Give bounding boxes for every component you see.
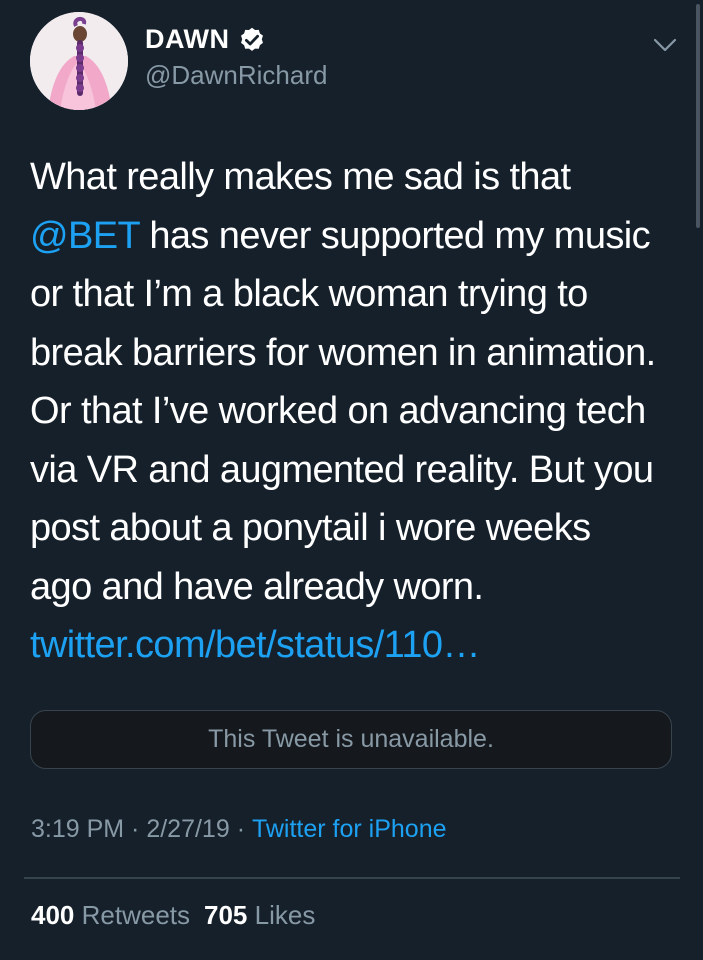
quoted-tweet-card[interactable]: This Tweet is unavailable. [30,710,672,769]
tweet-time: 3:19 PM [31,815,125,843]
tweet-text-line: or that I’m a black woman trying to [30,265,685,324]
quoted-tweet-unavailable-text: This Tweet is unavailable. [208,725,494,753]
verified-badge-icon [238,26,266,54]
tweet-meta: 3:19 PM · 2/27/19 · Twitter for iPhone [31,815,447,844]
retweets-stat[interactable]: 400 Retweets [31,900,190,930]
tweet-text-line: post about a ponytail i wore weeks [30,499,685,558]
likes-label: Likes [254,900,316,930]
display-name-text[interactable]: DAWN [145,24,230,55]
mention-link[interactable]: @BET [30,215,140,257]
tweet-url-link[interactable]: twitter.com/bet/status/110… [30,624,480,666]
retweets-count: 400 [31,900,75,930]
tweet-text-line: twitter.com/bet/status/110… [30,616,685,675]
tweet-text-segment: via VR and augmented reality. But you [30,448,654,491]
tweet-text-line: @BET has never supported my music [30,207,685,266]
tweet-text-line: break barriers for women in animation. [30,324,685,383]
tweet-text-segment: What really makes me sad is that [30,156,571,198]
meta-separator: · [124,815,147,843]
tweet-text: What really makes me sad is that @BET has… [30,148,685,675]
tweet-text-segment: Or that I’ve worked on advancing tech [30,390,646,432]
likes-count: 705 [204,900,248,930]
tweet-text-line: ago and have already worn. [30,558,685,617]
tweet-text-segment: break barriers for women in animation. [30,331,656,374]
tweet-stats: 400 Retweets 705 Likes [31,900,315,931]
likes-stat[interactable]: 705 Likes [204,900,315,930]
chevron-down-icon[interactable] [653,36,677,54]
tweet-text-line: via VR and augmented reality. But you [30,441,685,500]
tweet-date: 2/27/19 [146,815,230,843]
tweet-text-line: What really makes me sad is that [30,148,685,207]
tweet-text-segment: has never supported my music [139,214,651,257]
scrollbar[interactable] [696,4,700,228]
tweet-source-link[interactable]: Twitter for iPhone [252,815,447,844]
avatar[interactable] [30,12,128,110]
tweet-text-segment: post about a ponytail i wore weeks [30,507,591,549]
retweets-label: Retweets [81,900,191,930]
tweet-text-segment: ago and have already worn. [30,565,484,608]
divider [24,877,680,879]
author-name[interactable]: DAWN [145,24,266,55]
tweet-text-line: Or that I’ve worked on advancing tech [30,382,685,441]
author-handle[interactable]: @DawnRichard [145,60,327,91]
meta-separator: · [229,815,252,843]
tweet-text-segment: or that I’m a black woman trying to [30,273,588,315]
